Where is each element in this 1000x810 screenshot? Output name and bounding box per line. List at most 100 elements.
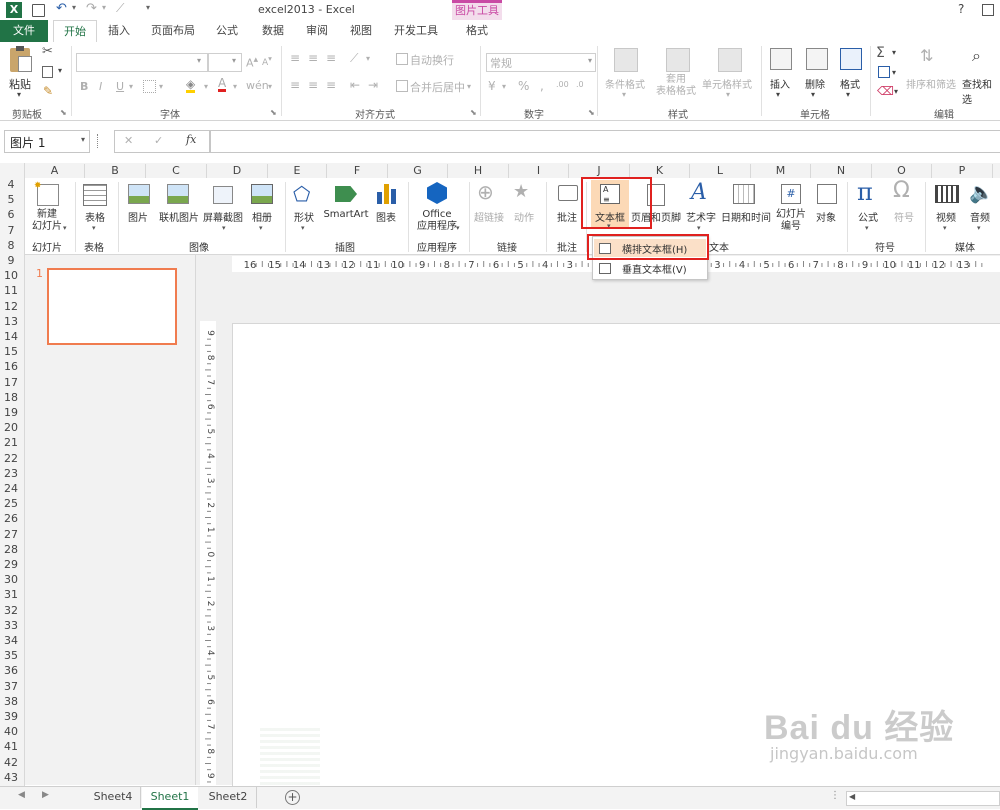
screenshot-button[interactable]: 屏幕截图	[200, 209, 246, 224]
row-header[interactable]: 10	[0, 269, 22, 282]
sheet-bar-split-icon[interactable]: ⋮	[830, 790, 840, 801]
screenshot-dropdown-icon[interactable]: ▾	[222, 224, 226, 232]
column-header-e[interactable]: E	[268, 164, 327, 178]
format-cells-button[interactable]: 格式	[840, 76, 860, 91]
row-header[interactable]: 22	[0, 452, 22, 465]
increase-indent-icon[interactable]: ⇥	[368, 78, 378, 92]
row-header[interactable]: 7	[0, 224, 22, 237]
row-header[interactable]: 38	[0, 695, 22, 708]
border-icon[interactable]	[143, 80, 156, 93]
column-header-a[interactable]: A	[25, 164, 85, 178]
underline-dropdown-icon[interactable]: ▾	[129, 82, 133, 91]
tab-format[interactable]: 格式	[452, 20, 502, 42]
merge-center-icon[interactable]	[396, 80, 408, 92]
row-header[interactable]: 43	[0, 771, 22, 784]
tab-formulas[interactable]: 公式	[206, 20, 248, 42]
number-format-box[interactable]: 常规 ▾	[486, 53, 596, 72]
row-header[interactable]: 21	[0, 436, 22, 449]
tab-file[interactable]: 文件	[0, 20, 48, 42]
redo-dropdown-icon[interactable]: ▾	[102, 3, 106, 12]
ribbon-display-options-icon[interactable]	[982, 4, 994, 16]
column-header-n[interactable]: N	[811, 164, 872, 178]
fill-color-dropdown-icon[interactable]: ▾	[204, 82, 208, 91]
symbol-button[interactable]: 符号	[889, 209, 919, 224]
tab-data[interactable]: 数据	[252, 20, 294, 42]
new-sheet-button[interactable]: +	[285, 790, 300, 805]
row-header[interactable]: 25	[0, 497, 22, 510]
align-center-icon[interactable]: ≡	[308, 78, 318, 92]
clear-icon[interactable]: ⌫	[877, 84, 894, 98]
column-header-g[interactable]: G	[388, 164, 448, 178]
clipboard-launcher-icon[interactable]: ⬊	[60, 108, 67, 117]
cell-styles-button[interactable]: 单元格样式	[702, 76, 752, 91]
insert-cells-button[interactable]: 插入	[770, 76, 790, 91]
column-header-i[interactable]: I	[509, 164, 569, 178]
picture-button[interactable]: 图片	[123, 209, 153, 224]
equation-dropdown-icon[interactable]: ▾	[865, 224, 869, 232]
album-dropdown-icon[interactable]: ▾	[259, 224, 263, 232]
copy-icon[interactable]	[42, 66, 53, 78]
row-header[interactable]: 29	[0, 558, 22, 571]
column-header-k[interactable]: K	[630, 164, 690, 178]
row-header[interactable]: 41	[0, 740, 22, 753]
column-header-m[interactable]: M	[751, 164, 811, 178]
conditional-dropdown-icon[interactable]: ▾	[622, 90, 626, 99]
undo-dropdown-icon[interactable]: ▾	[72, 3, 76, 12]
wordart-dropdown-icon[interactable]: ▾	[697, 224, 701, 232]
font-color-icon[interactable]: A	[218, 77, 227, 92]
slide-number-button[interactable]: 幻灯片 编号	[771, 209, 811, 233]
underline-button[interactable]: U	[116, 80, 124, 93]
audio-dropdown-icon[interactable]: ▾	[977, 224, 981, 232]
shapes-dropdown-icon[interactable]: ▾	[301, 224, 305, 232]
delete-cells-dropdown-icon[interactable]: ▾	[811, 90, 815, 99]
table-dropdown-icon[interactable]: ▾	[92, 224, 96, 232]
row-header[interactable]: 26	[0, 512, 22, 525]
decrease-decimal-icon[interactable]: .0	[576, 80, 584, 89]
align-top-icon[interactable]: ≡	[290, 51, 300, 65]
find-select-button[interactable]: 查找和选	[962, 76, 1000, 106]
sort-filter-button[interactable]: 排序和筛选	[906, 76, 956, 91]
increase-decimal-icon[interactable]: .00	[556, 80, 569, 89]
row-header[interactable]: 15	[0, 345, 22, 358]
tab-home[interactable]: 开始	[53, 20, 97, 43]
row-header[interactable]: 19	[0, 406, 22, 419]
currency-dropdown-icon[interactable]: ▾	[502, 82, 506, 91]
row-header[interactable]: 35	[0, 649, 22, 662]
row-header[interactable]: 6	[0, 208, 22, 221]
new-slide-dropdown-icon[interactable]: ▾	[63, 224, 67, 232]
number-launcher-icon[interactable]: ⬊	[588, 108, 595, 117]
merge-dropdown-icon[interactable]: ▾	[467, 82, 471, 91]
smartart-button[interactable]: SmartArt	[321, 209, 371, 220]
shapes-button[interactable]: 形状	[289, 209, 319, 224]
help-button[interactable]: ?	[958, 2, 964, 16]
object-button[interactable]: 对象	[811, 209, 841, 224]
fill-color-icon[interactable]: ◈	[186, 78, 196, 93]
font-size-box[interactable]	[208, 53, 242, 72]
increase-font-icon[interactable]: A▴	[246, 54, 258, 70]
font-name-dropdown-icon[interactable]: ▾	[197, 56, 201, 65]
column-header-c[interactable]: C	[146, 164, 207, 178]
font-launcher-icon[interactable]: ⬊	[270, 108, 277, 117]
orientation-icon[interactable]: ⟋	[350, 51, 358, 66]
row-header[interactable]: 5	[0, 193, 22, 206]
row-header[interactable]: 20	[0, 421, 22, 434]
format-table-button[interactable]: 套用 表格格式	[651, 74, 701, 98]
align-middle-icon[interactable]: ≡	[308, 51, 318, 65]
row-header[interactable]: 17	[0, 376, 22, 389]
redo-icon[interactable]: ↷	[86, 1, 97, 16]
video-dropdown-icon[interactable]: ▾	[943, 224, 947, 232]
border-dropdown-icon[interactable]: ▾	[159, 82, 163, 91]
column-header-d[interactable]: D	[207, 164, 268, 178]
row-header[interactable]: 31	[0, 588, 22, 601]
fill-dropdown-icon[interactable]: ▾	[892, 68, 896, 77]
column-header-b[interactable]: B	[85, 164, 146, 178]
column-header-p[interactable]: P	[932, 164, 993, 178]
tab-review[interactable]: 审阅	[296, 20, 338, 42]
select-all-corner[interactable]	[0, 163, 25, 178]
row-header[interactable]: 42	[0, 756, 22, 769]
cut-icon[interactable]: ✂	[42, 44, 53, 59]
save-icon[interactable]	[32, 4, 45, 17]
table-button[interactable]: 表格	[80, 209, 110, 224]
row-header[interactable]: 4	[0, 178, 22, 191]
row-header[interactable]: 13	[0, 315, 22, 328]
